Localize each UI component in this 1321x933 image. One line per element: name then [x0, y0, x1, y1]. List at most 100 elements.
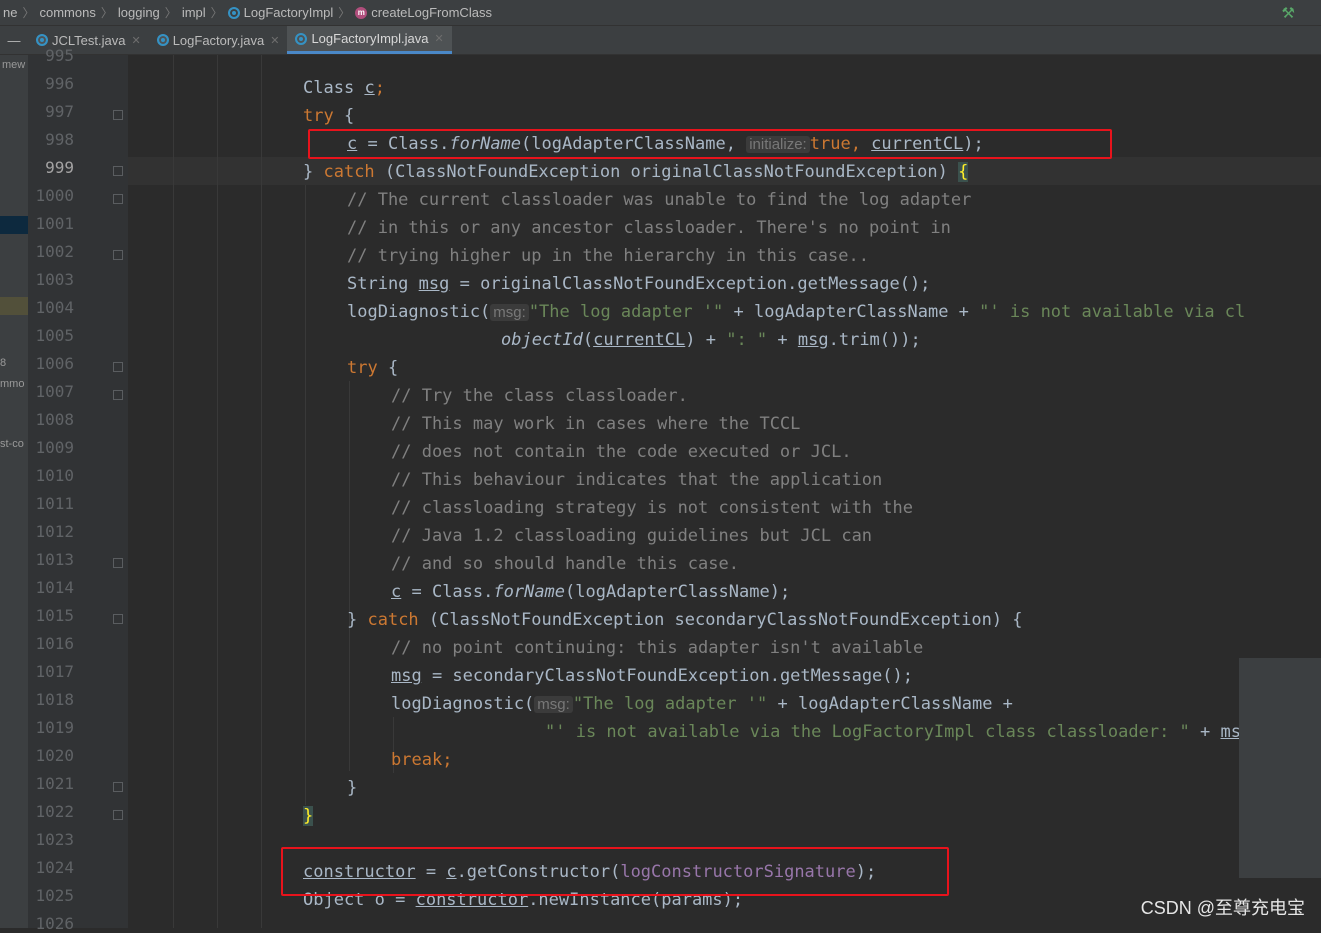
- close-tab-icon[interactable]: ✕: [131, 34, 140, 47]
- code-line-1022: }: [303, 802, 314, 830]
- breadcrumb-label: ne: [3, 5, 18, 20]
- line-number: 1015: [35, 606, 74, 625]
- line-number: 1018: [35, 690, 74, 709]
- line-number: 995: [45, 46, 74, 65]
- line-number: 1014: [35, 578, 74, 597]
- string-token: ": ": [726, 330, 768, 350]
- navigation-breadcrumb-bar: ne 〉 commons 〉 logging 〉 impl 〉 LogFacto…: [0, 0, 1321, 26]
- line-number: 996: [45, 74, 74, 93]
- breadcrumb-item-impl[interactable]: impl: [179, 5, 209, 20]
- breadcrumb-label: impl: [181, 5, 206, 20]
- breadcrumb-item-logging[interactable]: logging: [115, 5, 163, 20]
- line-number: 1022: [35, 802, 74, 821]
- breadcrumb-label: commons: [39, 5, 96, 20]
- project-panel: mew 8 mmo st-co: [0, 55, 28, 928]
- fold-marker[interactable]: [113, 166, 123, 176]
- tab-logfactory[interactable]: LogFactory.java ✕: [149, 26, 288, 54]
- variable-token: currentCL: [593, 330, 686, 350]
- parameter-hint: msg:: [534, 696, 573, 713]
- parameter-hint: msg:: [490, 304, 529, 321]
- code-line-1019: "' is not available via the LogFactoryIm…: [545, 718, 1272, 746]
- fold-marker[interactable]: [113, 362, 123, 372]
- line-number: 1024: [35, 858, 74, 877]
- line-number: 1019: [35, 718, 74, 737]
- breadcrumb-item-class[interactable]: LogFactoryImpl: [225, 5, 337, 20]
- keyword-token: catch: [323, 162, 375, 182]
- code-line-1006: try {: [347, 354, 398, 382]
- method-token: objectId: [501, 330, 583, 350]
- breadcrumb-label: LogFactoryImpl: [243, 5, 334, 20]
- annotation-box-constructor: [281, 847, 949, 896]
- code-token: logDiagnostic(: [347, 302, 491, 322]
- line-number: 1017: [35, 662, 74, 681]
- fold-marker[interactable]: [113, 194, 123, 204]
- breadcrumb-separator: 〉: [22, 6, 35, 20]
- close-tab-icon[interactable]: ✕: [270, 34, 279, 47]
- semicolon-token: ;: [374, 78, 385, 98]
- code-line-1007: // Try the class classloader.: [391, 386, 688, 406]
- keyword-token: try: [303, 106, 334, 126]
- variable-token: msg: [418, 274, 450, 294]
- close-tab-icon[interactable]: ✕: [435, 32, 444, 45]
- line-number: 1011: [35, 494, 74, 513]
- code-editor[interactable]: Class c; try { c = Class.forName(logAdap…: [128, 55, 1321, 928]
- method-icon: m: [355, 6, 368, 19]
- line-number: 1003: [35, 270, 74, 289]
- code-token: = secondaryClassNotFoundException.getMes…: [421, 666, 913, 686]
- annotation-box-forname: [308, 129, 1112, 159]
- line-number: 998: [45, 130, 74, 149]
- fold-marker[interactable]: [113, 810, 123, 820]
- panel-label: st-co: [0, 438, 24, 450]
- code-line-1016: // no point continuing: this adapter isn…: [391, 638, 924, 658]
- code-token: ) +: [685, 330, 727, 350]
- breadcrumb-label: logging: [117, 5, 160, 20]
- variable-token: msg: [797, 330, 829, 350]
- code-token: + logAdapterClassName +: [767, 694, 1013, 714]
- line-number: 1021: [35, 774, 74, 793]
- code-line-1005: objectId(currentCL) + ": " + msg.trim())…: [501, 326, 921, 354]
- code-token: (logAdapterClassName);: [565, 582, 791, 602]
- line-number: 1026: [35, 914, 74, 933]
- line-number: 1007: [35, 382, 74, 401]
- matched-brace: {: [958, 162, 969, 182]
- java-class-icon: [295, 32, 308, 45]
- code-line-1018: logDiagnostic(msg: "The log adapter '" + …: [391, 690, 1013, 718]
- keyword-token: catch: [367, 610, 419, 630]
- breadcrumb-item-method[interactable]: m createLogFromClass: [352, 5, 495, 20]
- code-line-1014: c = Class.forName(logAdapterClassName);: [391, 578, 790, 606]
- fold-marker[interactable]: [113, 782, 123, 792]
- code-token: (ClassNotFoundException originalClassNot…: [374, 162, 959, 182]
- fold-marker[interactable]: [113, 614, 123, 624]
- brace-token: }: [303, 162, 324, 182]
- tab-label: LogFactoryImpl.java: [311, 31, 429, 46]
- breadcrumb-item-root[interactable]: ne: [0, 5, 20, 20]
- fold-marker[interactable]: [113, 250, 123, 260]
- fold-marker[interactable]: [113, 558, 123, 568]
- line-number: 1005: [35, 326, 74, 345]
- semicolon-token: ;: [442, 750, 453, 770]
- code-line-1021: }: [347, 778, 358, 798]
- string-token: "The log adapter '": [572, 694, 768, 714]
- code-line-1003: String msg = originalClassNotFoundExcept…: [347, 270, 930, 298]
- brace-token: }: [347, 610, 368, 630]
- code-line-1002: // trying higher up in the hierarchy in …: [347, 246, 869, 266]
- collapse-panel-button[interactable]: —: [0, 33, 28, 48]
- code-token: String: [347, 274, 419, 294]
- build-hammer-icon[interactable]: ⚒: [1282, 4, 1295, 22]
- code-line-1013: // and so should handle this case.: [391, 554, 739, 574]
- code-line-1015: } catch (ClassNotFoundException secondar…: [347, 606, 1023, 634]
- tab-logfactoryimpl[interactable]: LogFactoryImpl.java ✕: [287, 26, 452, 54]
- line-number: 1004: [35, 298, 74, 317]
- panel-label: 8: [0, 357, 7, 369]
- fold-marker[interactable]: [113, 390, 123, 400]
- code-line-996: Class c;: [303, 74, 385, 102]
- code-token: (ClassNotFoundException secondaryClassNo…: [418, 610, 1023, 630]
- brace-token: {: [333, 106, 355, 126]
- class-icon: [227, 6, 240, 19]
- breadcrumb-item-commons[interactable]: commons: [36, 5, 98, 20]
- breadcrumb-separator: 〉: [210, 6, 223, 20]
- method-token: forName: [493, 582, 566, 602]
- panel-label: mew: [2, 59, 26, 71]
- fold-marker[interactable]: [113, 110, 123, 120]
- code-line-999: } catch (ClassNotFoundException original…: [303, 158, 969, 186]
